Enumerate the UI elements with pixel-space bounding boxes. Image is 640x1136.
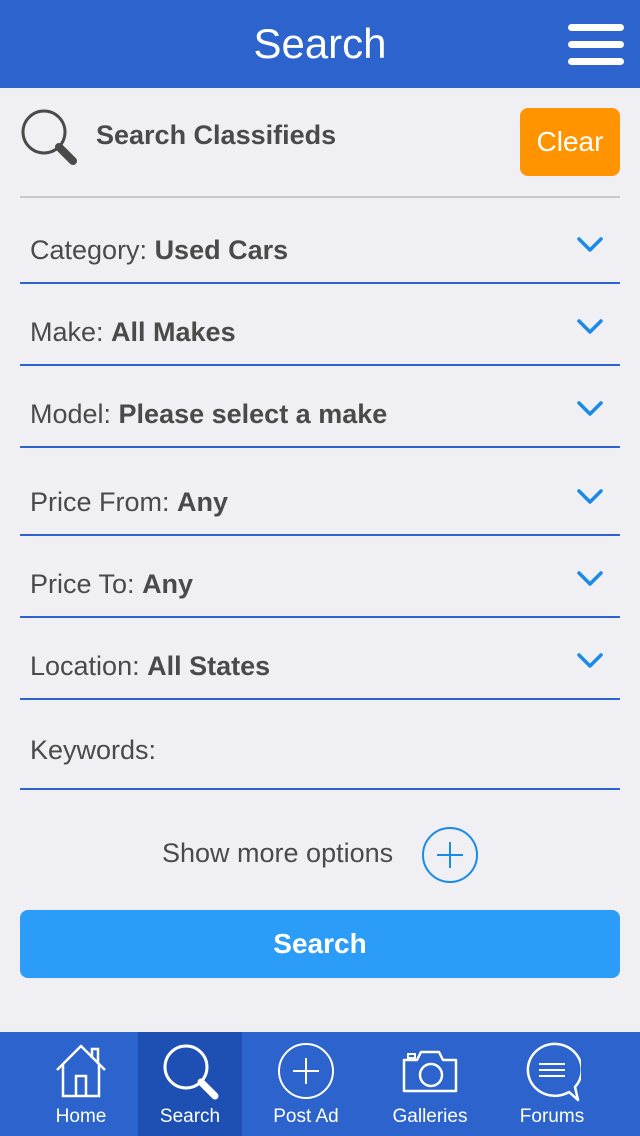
price-from-text: Price From: Any — [30, 487, 228, 518]
tab-home[interactable]: Home — [22, 1032, 140, 1136]
tab-label: Search — [159, 1106, 221, 1127]
price-to-text: Price To: Any — [30, 569, 193, 600]
chevron-down-icon — [577, 571, 603, 586]
field-label: Make: — [30, 317, 112, 347]
app-header: Search — [0, 0, 640, 88]
chevron-down-icon — [577, 653, 603, 668]
chevron-down-icon — [577, 489, 603, 504]
make-text: Make: All Makes — [30, 317, 236, 348]
field-label: Price To: — [30, 569, 143, 599]
tab-bar: Home Search Post Ad Galleries Forums — [0, 1032, 640, 1136]
location-text: Location: All States — [30, 651, 270, 682]
chevron-down-icon — [577, 401, 603, 416]
model-select[interactable]: Model: Please select a make — [20, 366, 620, 448]
field-value: Please select a make — [118, 399, 388, 429]
category-select[interactable]: Category: Used Cars — [20, 198, 620, 284]
make-select[interactable]: Make: All Makes — [20, 284, 620, 366]
model-text: Model: Please select a make — [30, 399, 387, 430]
camera-icon — [402, 1050, 458, 1093]
field-value: Used Cars — [154, 235, 289, 265]
field-value: All Makes — [111, 317, 236, 347]
field-label: Location: — [30, 651, 148, 681]
plus-circle-icon — [278, 1043, 334, 1099]
field-value: Any — [177, 487, 229, 517]
chat-bubble-icon — [526, 1042, 581, 1102]
plus-circle-icon[interactable] — [421, 826, 479, 884]
tab-post-ad[interactable]: Post Ad — [252, 1032, 360, 1136]
keywords-field[interactable]: Keywords: — [20, 700, 620, 790]
chevron-down-icon — [577, 237, 603, 252]
show-more-options[interactable]: Show more options — [0, 826, 640, 884]
tab-label: Post Ad — [273, 1106, 339, 1127]
clear-button[interactable]: Clear — [520, 108, 620, 176]
menu-icon[interactable] — [568, 24, 624, 66]
tab-label: Galleries — [392, 1106, 468, 1127]
tab-search[interactable]: Search — [138, 1032, 242, 1136]
price-from-select[interactable]: Price From: Any — [20, 448, 620, 536]
field-label: Price From: — [30, 487, 178, 517]
search-icon — [21, 109, 77, 165]
search-button[interactable]: Search — [20, 910, 620, 978]
show-more-label: Show more options — [162, 838, 394, 868]
price-to-select[interactable]: Price To: Any — [20, 536, 620, 618]
page-title: Search — [253, 20, 387, 67]
tab-label: Home — [55, 1106, 107, 1127]
tab-galleries[interactable]: Galleries — [374, 1032, 486, 1136]
home-icon — [56, 1044, 106, 1098]
field-value: All States — [147, 651, 271, 681]
category-text: Category: Used Cars — [30, 235, 288, 266]
search-classifieds-row: Search Classifieds Clear — [20, 100, 620, 196]
tab-forums[interactable]: Forums — [498, 1032, 606, 1136]
location-select[interactable]: Location: All States — [20, 618, 620, 700]
search-classifieds-label: Search Classifieds — [96, 120, 337, 150]
keywords-label: Keywords: — [30, 735, 157, 765]
field-value: Any — [142, 569, 194, 599]
field-label: Category: — [30, 235, 155, 265]
tab-label: Forums — [519, 1106, 585, 1127]
field-label: Model: — [30, 399, 119, 429]
search-icon — [163, 1044, 219, 1100]
chevron-down-icon — [577, 319, 603, 334]
